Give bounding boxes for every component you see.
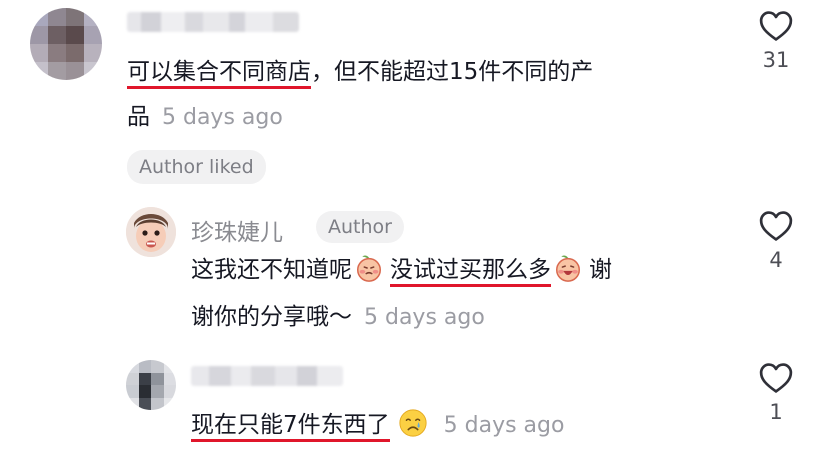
like-button[interactable]: 4 — [754, 210, 798, 272]
like-count: 31 — [762, 48, 790, 72]
commenter-name[interactable] — [191, 366, 343, 386]
timestamp: 5 days ago — [364, 305, 485, 330]
peach-face-icon — [357, 255, 381, 282]
author-tag: Author — [316, 211, 404, 243]
reply-text: 这我还不知道呢 没试过买那么多 谢 — [191, 245, 612, 296]
like-button[interactable]: 1 — [754, 362, 798, 424]
commenter-name[interactable] — [127, 12, 299, 32]
heart-outline-icon — [759, 363, 793, 393]
author-avatar[interactable] — [126, 207, 176, 257]
reply-text: 现在只能7件东西了 5 days ago — [191, 400, 564, 451]
peach-face-icon — [556, 255, 580, 282]
reply-highlight: 现在只能7件东西了 — [191, 412, 390, 442]
like-count: 1 — [769, 400, 783, 424]
reply-text-line2: 谢你的分享哦～ 5 days ago — [191, 304, 485, 330]
author-liked-badge: Author liked — [127, 150, 266, 184]
commenter-avatar[interactable] — [30, 8, 102, 80]
timestamp: 5 days ago — [162, 105, 283, 130]
like-button[interactable]: 31 — [754, 10, 798, 72]
author-name[interactable]: 珍珠婕儿 — [191, 213, 283, 247]
comment-text-line2: 品5 days ago — [127, 104, 283, 130]
crying-face-icon — [399, 409, 427, 437]
heart-outline-icon — [759, 211, 793, 241]
commenter-avatar[interactable] — [126, 360, 176, 410]
timestamp: 5 days ago — [443, 413, 565, 438]
reply-highlight: 没试过买那么多 — [390, 257, 551, 287]
heart-outline-icon — [759, 11, 793, 41]
like-count: 4 — [769, 248, 783, 272]
comment-highlight: 可以集合不同商店 — [127, 59, 311, 89]
comment-text: 可以集合不同商店，但不能超过15件不同的产 — [127, 47, 593, 98]
